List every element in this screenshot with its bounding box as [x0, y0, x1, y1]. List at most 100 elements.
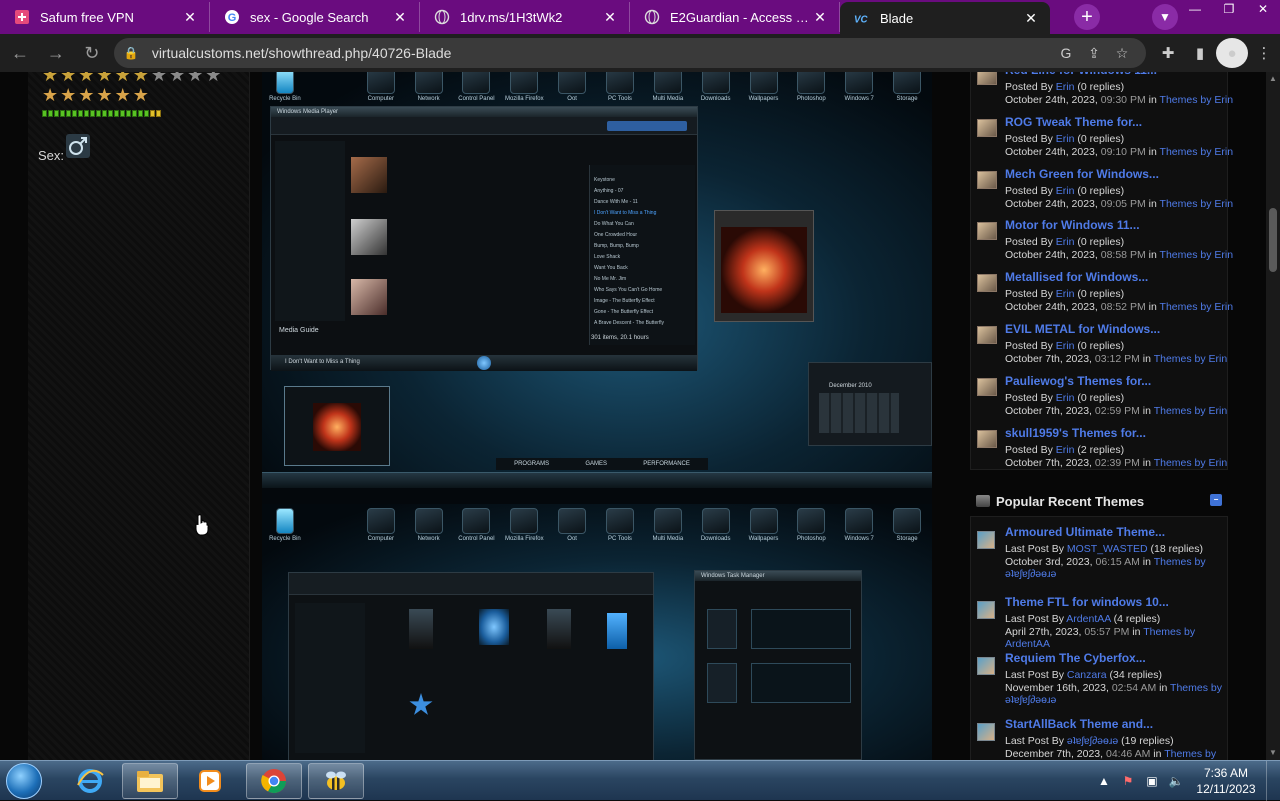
- forum-link[interactable]: Themes by Erin: [1154, 405, 1228, 417]
- thread-avatar[interactable]: [977, 326, 997, 344]
- chrome-icon[interactable]: [246, 763, 302, 799]
- reload-icon[interactable]: ↻: [76, 37, 108, 69]
- author-link[interactable]: MOST_WASTED: [1067, 543, 1148, 555]
- thread-title-link[interactable]: skull1959's Themes for...: [1005, 426, 1146, 440]
- author-link[interactable]: Erin: [1056, 288, 1075, 300]
- forum-link[interactable]: Themes by Erin: [1160, 146, 1234, 158]
- tab-blade[interactable]: VC Blade ✕: [840, 2, 1050, 34]
- forum-link[interactable]: Themes by Erin: [1160, 94, 1234, 106]
- tab-e2guardian[interactable]: E2Guardian - Access Denied ✕: [630, 2, 840, 32]
- close-icon[interactable]: ✕: [1022, 9, 1040, 27]
- playlist-item[interactable]: Do What You Can: [594, 221, 634, 227]
- flag-icon[interactable]: ⚑: [1116, 769, 1140, 793]
- menu-kebab-icon[interactable]: ⋮: [1248, 38, 1280, 68]
- lock-icon[interactable]: 🔒: [124, 46, 140, 60]
- author-link[interactable]: Erin: [1056, 340, 1075, 352]
- share-icon[interactable]: ⇪: [1080, 45, 1108, 62]
- desktop-icon[interactable]: Computer: [358, 72, 404, 102]
- desktop-icon[interactable]: Downloads: [693, 72, 739, 102]
- thread-title-link[interactable]: Requiem The Cyberfox...: [1005, 651, 1146, 665]
- new-tab-button[interactable]: +: [1074, 4, 1100, 30]
- close-icon[interactable]: ✕: [811, 8, 829, 26]
- thread-avatar[interactable]: [977, 118, 997, 137]
- forward-icon[interactable]: →: [40, 37, 72, 69]
- tab-programs[interactable]: PROGRAMS: [514, 458, 549, 470]
- bee-app-icon[interactable]: [308, 763, 364, 799]
- author-link[interactable]: Erin: [1056, 81, 1075, 93]
- thread-avatar[interactable]: [977, 377, 997, 396]
- close-icon[interactable]: ✕: [181, 8, 199, 26]
- desktop-icon[interactable]: Multi Media: [645, 508, 691, 542]
- play-pause-button[interactable]: [477, 356, 491, 370]
- tab-games[interactable]: GAMES: [585, 458, 607, 470]
- volume-icon[interactable]: 🔈: [1164, 769, 1188, 793]
- close-icon[interactable]: ✕: [391, 8, 409, 26]
- forum-link[interactable]: Themes by Erin: [1154, 457, 1228, 469]
- theme-screenshot-1[interactable]: Recycle Bin Computer Network Control Panel M…: [262, 72, 932, 488]
- profile-avatar[interactable]: ●: [1215, 38, 1248, 68]
- forum-link[interactable]: Themes by Erin: [1160, 198, 1234, 210]
- playlist-item[interactable]: Love Shack: [594, 254, 620, 260]
- desktop-icon[interactable]: Network: [406, 508, 452, 542]
- thread-title-link[interactable]: Pauliewog's Themes for...: [1005, 374, 1151, 388]
- extensions-icon[interactable]: ✚: [1152, 38, 1184, 68]
- restore-icon[interactable]: ❐: [1212, 0, 1246, 18]
- thread-avatar[interactable]: [977, 274, 997, 293]
- thread-avatar[interactable]: [977, 72, 997, 85]
- network-icon[interactable]: ▣: [1140, 769, 1164, 793]
- thread-avatar[interactable]: [977, 601, 995, 619]
- author-link[interactable]: Erin: [1056, 444, 1075, 456]
- media-player-icon[interactable]: [182, 763, 238, 799]
- playlist-item[interactable]: One Crowded Hour: [594, 232, 637, 238]
- playlist-item[interactable]: No Me Mr. Jim: [594, 276, 626, 282]
- forum-link[interactable]: Themes by Erin: [1154, 353, 1228, 365]
- thread-title-link[interactable]: Motor for Windows 11...: [1005, 218, 1140, 232]
- explorer-folder-icon[interactable]: [122, 763, 178, 799]
- desktop-icon[interactable]: PC Tools: [597, 508, 643, 542]
- side-panel-icon[interactable]: ▮: [1184, 38, 1216, 68]
- thread-title-link[interactable]: Armoured Ultimate Theme...: [1005, 525, 1165, 539]
- playlist-item[interactable]: A Brave Descent - The Butterfly: [594, 320, 664, 326]
- desktop-icon[interactable]: Computer: [358, 508, 404, 542]
- tab-1drv[interactable]: 1drv.ms/1H3tWk2 ✕: [420, 2, 630, 32]
- show-desktop-button[interactable]: [1266, 761, 1280, 801]
- playlist-item[interactable]: Bump, Bump, Bump: [594, 243, 639, 249]
- collapse-button[interactable]: −: [1210, 494, 1222, 506]
- desktop-icon[interactable]: Photoshop: [788, 508, 834, 542]
- page-scrollbar[interactable]: ▲ ▼: [1266, 72, 1280, 760]
- tab-google-search[interactable]: G sex - Google Search ✕: [210, 2, 420, 32]
- playlist-item[interactable]: Image - The Butterfly Effect: [594, 298, 655, 304]
- scroll-up-icon[interactable]: ▲: [1266, 72, 1280, 86]
- desktop-icon[interactable]: Control Panel: [454, 508, 500, 542]
- address-bar[interactable]: 🔒 virtualcustoms.net/showthread.php/4072…: [113, 38, 1146, 68]
- desktop-icon[interactable]: Photoshop: [788, 72, 834, 102]
- author-link[interactable]: ǝʇɐʃɐʃ∂ǝɵɹǝ: [1067, 735, 1118, 747]
- scroll-down-icon[interactable]: ▼: [1266, 746, 1280, 760]
- tab-safum-vpn[interactable]: Safum free VPN ✕: [0, 2, 210, 32]
- thread-avatar[interactable]: [977, 723, 995, 741]
- author-link[interactable]: ArdentAA: [1066, 613, 1110, 625]
- desktop-icon[interactable]: PC Tools: [597, 72, 643, 102]
- author-link[interactable]: Erin: [1056, 236, 1075, 248]
- desktop-icon[interactable]: Recycle Bin: [262, 508, 308, 542]
- desktop-icon[interactable]: Oot: [549, 72, 595, 102]
- thread-title-link[interactable]: ROG Tweak Theme for...: [1005, 115, 1142, 129]
- thread-avatar[interactable]: [977, 222, 997, 241]
- thread-avatar[interactable]: [977, 429, 997, 448]
- start-button[interactable]: [6, 763, 42, 799]
- back-icon[interactable]: ←: [4, 37, 36, 69]
- playlist-item[interactable]: Who Says You Can't Go Home: [594, 287, 662, 293]
- close-window-icon[interactable]: ✕: [1246, 0, 1280, 18]
- desktop-icon[interactable]: Wallpapers: [741, 72, 787, 102]
- desktop-icon[interactable]: Oot: [549, 508, 595, 542]
- desktop-icon[interactable]: Multi Media: [645, 72, 691, 102]
- tab-search-button[interactable]: ▼: [1152, 4, 1178, 30]
- desktop-icon[interactable]: Windows 7: [836, 508, 882, 542]
- close-icon[interactable]: ✕: [601, 8, 619, 26]
- theme-screenshot-2[interactable]: Recycle Bin Computer Network Control Panel M…: [262, 504, 932, 760]
- desktop-icon[interactable]: Wallpapers: [741, 508, 787, 542]
- thread-title-link[interactable]: Metallised for Windows...: [1005, 270, 1148, 284]
- ie-icon[interactable]: [62, 763, 118, 799]
- playlist-item[interactable]: I Don't Want to Miss a Thing: [594, 210, 656, 216]
- thread-title-link[interactable]: Mech Green for Windows...: [1005, 167, 1159, 181]
